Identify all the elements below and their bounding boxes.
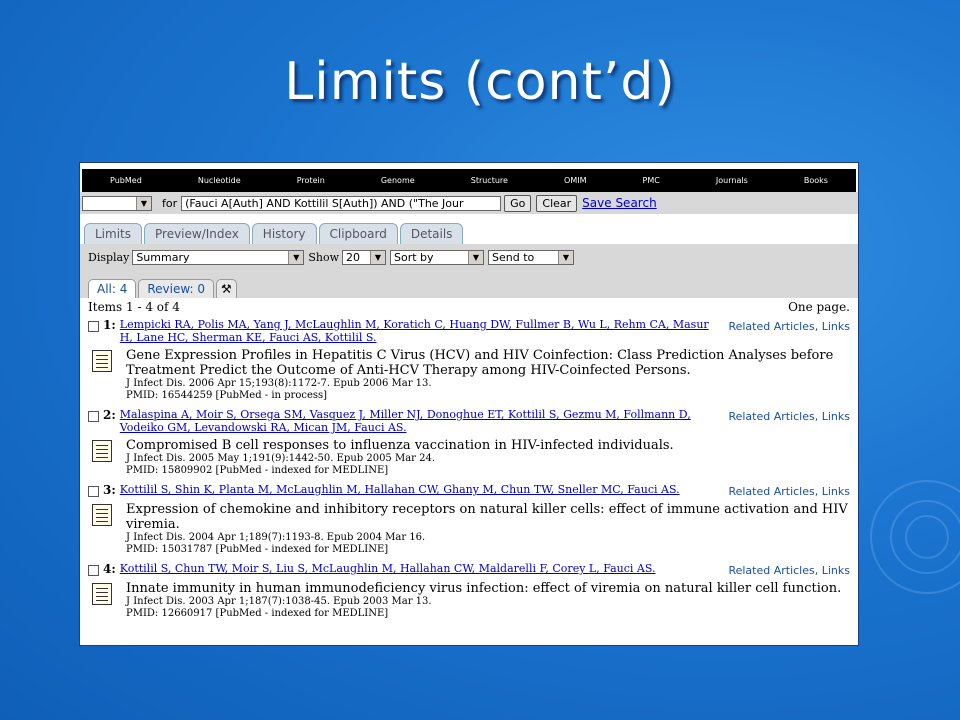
clear-button[interactable]: Clear: [536, 194, 578, 212]
article-title: Gene Expression Profiles in Hepatitis C …: [126, 348, 834, 378]
show-label: Show: [308, 250, 339, 264]
authors-link[interactable]: Lempicki RA, Polis MA, Yang J, McLaughli…: [120, 318, 710, 344]
article-title: Compromised B cell responses to influenz…: [126, 438, 674, 453]
results-list: Items 1 - 4 of 4 One page. 1: Lempicki RA…: [80, 300, 858, 620]
chevron-down-icon: ▼: [136, 196, 151, 210]
related-articles-link[interactable]: Related Articles,: [728, 410, 818, 423]
results-summary: Items 1 - 4 of 4 One page.: [88, 300, 850, 314]
journal-citation: J Infect Dis. 2004 Apr 1;189(7):1193-8. …: [126, 532, 426, 543]
list-item: 1: Lempicki RA, Polis MA, Yang J, McLaugh…: [88, 318, 850, 402]
save-search-link[interactable]: Save Search: [582, 196, 657, 210]
pmid: PMID: 16544259 [PubMed - in process]: [126, 390, 328, 401]
list-item: 3: Kottilil S, Shin K, Planta M, McLaughl…: [88, 483, 850, 556]
tab-history[interactable]: History: [251, 223, 317, 244]
sort-select[interactable]: Sort by ▼: [390, 249, 484, 265]
tab-bar: Limits Preview/Index History Clipboard D…: [80, 214, 858, 244]
nav-structure[interactable]: Structure: [471, 176, 508, 185]
select-checkbox[interactable]: [88, 485, 99, 497]
tab-review[interactable]: Review: 0: [138, 279, 215, 298]
display-select[interactable]: Summary ▼: [132, 249, 305, 265]
result-number: 1:: [103, 318, 116, 332]
tab-preview-index[interactable]: Preview/Index: [144, 223, 250, 244]
list-item: 4: Kottilil S, Chun TW, Moir S, Liu S, Mc…: [88, 562, 850, 620]
chevron-down-icon: ▼: [558, 250, 573, 264]
items-count: Items 1 - 4 of 4: [88, 300, 180, 314]
related-articles-link[interactable]: Related Articles,: [728, 485, 818, 498]
chevron-down-icon: ▼: [468, 250, 483, 264]
result-number: 4:: [103, 562, 116, 576]
nav-journals[interactable]: Journals: [716, 176, 748, 185]
show-value: 20: [346, 250, 360, 264]
pubmed-screenshot: PubMed Nucleotide Protein Genome Structu…: [79, 162, 859, 646]
document-icon: [92, 583, 112, 605]
slide-title: Limits (cont’d): [284, 52, 676, 112]
select-checkbox[interactable]: [88, 564, 99, 576]
authors-link[interactable]: Malaspina A, Moir S, Orsega SM, Vasquez …: [120, 408, 710, 434]
document-icon: [92, 440, 112, 462]
chevron-down-icon: ▼: [288, 250, 304, 264]
sort-value: Sort by: [394, 250, 434, 264]
send-to-value: Send to: [492, 250, 535, 264]
send-to-select[interactable]: Send to ▼: [488, 249, 574, 265]
links-link[interactable]: Links: [822, 485, 850, 498]
pmid: PMID: 15031787 [PubMed - indexed for MED…: [126, 544, 389, 555]
nav-nucleotide[interactable]: Nucleotide: [198, 176, 241, 185]
links-link[interactable]: Links: [822, 564, 850, 577]
nav-pmc[interactable]: PMC: [643, 176, 660, 185]
pmid: PMID: 12660917 [PubMed - indexed for MED…: [126, 608, 389, 619]
article-title: Expression of chemokine and inhibitory r…: [126, 502, 848, 532]
nav-genome[interactable]: Genome: [381, 176, 415, 185]
page-count: One page.: [788, 300, 850, 314]
for-label: for: [162, 196, 178, 210]
result-number: 3:: [103, 483, 116, 497]
result-filter-tabs: All: 4 Review: 0 ⚒: [80, 270, 858, 298]
journal-citation: J Infect Dis. 2003 Apr 1;187(7):1038-45.…: [126, 596, 432, 607]
journal-citation: J Infect Dis. 2006 Apr 15;193(8):1172-7.…: [126, 378, 432, 389]
related-articles-link[interactable]: Related Articles,: [728, 320, 818, 333]
nav-books[interactable]: Books: [804, 176, 828, 185]
database-nav-bar: PubMed Nucleotide Protein Genome Structu…: [82, 169, 856, 192]
nav-protein[interactable]: Protein: [297, 176, 325, 185]
links-link[interactable]: Links: [822, 320, 850, 333]
display-row: Display Summary ▼ Show 20 ▼ Sort by ▼ Send …: [80, 244, 858, 270]
database-select[interactable]: ▼: [82, 195, 152, 211]
document-icon: [92, 504, 112, 526]
tools-icon[interactable]: ⚒: [216, 279, 237, 298]
article-title: Innate immunity in human immunodeficienc…: [126, 581, 842, 596]
nav-pubmed[interactable]: PubMed: [110, 176, 142, 185]
go-button[interactable]: Go: [504, 194, 532, 212]
list-item: 2: Malaspina A, Moir S, Orsega SM, Vasque…: [88, 408, 850, 477]
links-link[interactable]: Links: [822, 410, 850, 423]
show-select[interactable]: 20 ▼: [342, 249, 386, 265]
select-checkbox[interactable]: [88, 320, 99, 332]
tab-clipboard[interactable]: Clipboard: [318, 223, 398, 244]
display-value: Summary: [136, 250, 190, 264]
document-icon: [92, 350, 112, 372]
ripple-decoration: [905, 515, 949, 559]
display-label: Display: [88, 250, 130, 264]
journal-citation: J Infect Dis. 2005 May 1;191(9):1442-50.…: [126, 453, 436, 464]
tab-details[interactable]: Details: [399, 223, 464, 244]
pmid: PMID: 15809902 [PubMed - indexed for MED…: [126, 465, 389, 476]
chevron-down-icon: ▼: [370, 250, 385, 264]
tab-limits[interactable]: Limits: [84, 223, 142, 244]
nav-omim[interactable]: OMIM: [564, 176, 586, 185]
select-checkbox[interactable]: [88, 410, 99, 422]
related-articles-link[interactable]: Related Articles,: [728, 564, 818, 577]
authors-link[interactable]: Kottilil S, Chun TW, Moir S, Liu S, McLa…: [120, 562, 710, 575]
result-number: 2:: [103, 408, 116, 422]
tab-all[interactable]: All: 4: [88, 279, 137, 298]
search-row: ▼ for (Fauci A[Auth] AND Kottilil S[Auth…: [80, 192, 858, 214]
search-input[interactable]: (Fauci A[Auth] AND Kottilil S[Auth]) AND…: [181, 195, 502, 211]
authors-link[interactable]: Kottilil S, Shin K, Planta M, McLaughlin…: [120, 483, 710, 496]
